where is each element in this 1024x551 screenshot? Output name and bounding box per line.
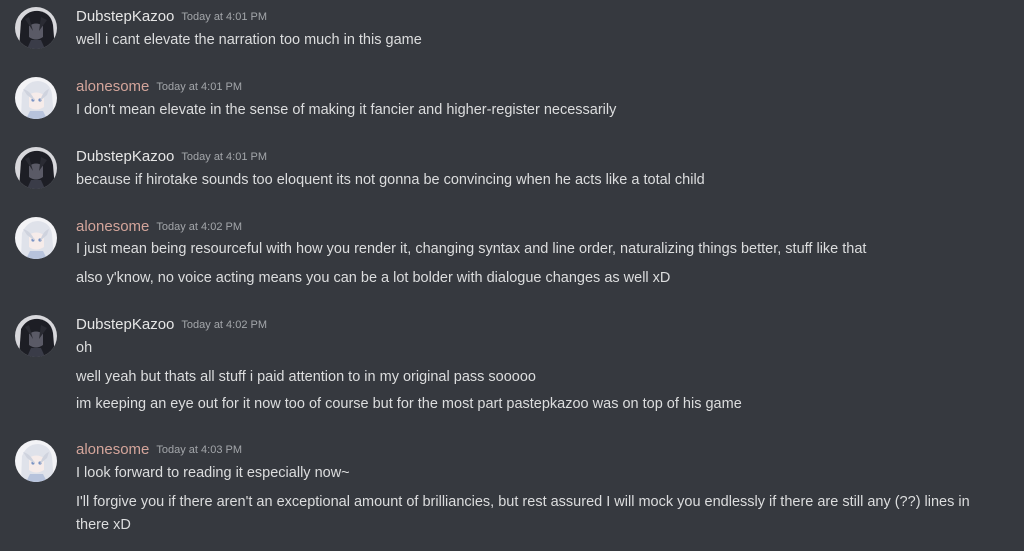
avatar-alonesome[interactable] bbox=[15, 217, 57, 259]
dark-anime-avatar-icon bbox=[15, 7, 57, 49]
message-text: also y'know, no voice acting means you c… bbox=[76, 270, 671, 286]
message-text: because if hirotake sounds too eloquent … bbox=[76, 172, 705, 188]
message-header: alonesome Today at 4:02 PM bbox=[76, 217, 242, 237]
username[interactable]: alonesome bbox=[76, 218, 149, 235]
timestamp[interactable]: Today at 4:03 PM bbox=[156, 444, 242, 456]
message-header: DubstepKazoo Today at 4:01 PM bbox=[76, 7, 267, 27]
message-header: alonesome Today at 4:03 PM bbox=[76, 440, 242, 460]
timestamp[interactable]: Today at 4:02 PM bbox=[181, 319, 267, 331]
white-hair-anime-avatar-icon bbox=[15, 440, 57, 482]
message-text: I'll forgive you if there aren't an exce… bbox=[76, 494, 970, 533]
avatar-alonesome[interactable] bbox=[15, 440, 57, 482]
message-text: oh bbox=[76, 340, 93, 356]
message-text: well yeah but thats all stuff i paid att… bbox=[76, 369, 536, 385]
username[interactable]: DubstepKazoo bbox=[76, 8, 174, 25]
message-header: DubstepKazoo Today at 4:02 PM bbox=[76, 315, 267, 335]
message-text: im keeping an eye out for it now too of … bbox=[76, 396, 742, 412]
avatar-dubstepkazoo[interactable] bbox=[15, 147, 57, 189]
message-text: I don't mean elevate in the sense of mak… bbox=[76, 102, 617, 118]
timestamp[interactable]: Today at 4:01 PM bbox=[156, 81, 242, 93]
message-header: DubstepKazoo Today at 4:01 PM bbox=[76, 147, 267, 167]
white-hair-anime-avatar-icon bbox=[15, 217, 57, 259]
message-text: I look forward to reading it especially … bbox=[76, 465, 350, 481]
timestamp[interactable]: Today at 4:01 PM bbox=[181, 151, 267, 163]
white-hair-anime-avatar-icon bbox=[15, 77, 57, 119]
avatar-dubstepkazoo[interactable] bbox=[15, 7, 57, 49]
message-text: I just mean being resourceful with how y… bbox=[76, 241, 867, 257]
timestamp[interactable]: Today at 4:02 PM bbox=[156, 221, 242, 233]
timestamp[interactable]: Today at 4:01 PM bbox=[181, 11, 267, 23]
username[interactable]: DubstepKazoo bbox=[76, 316, 174, 333]
dark-anime-avatar-icon bbox=[15, 147, 57, 189]
username[interactable]: alonesome bbox=[76, 78, 149, 95]
avatar-dubstepkazoo[interactable] bbox=[15, 315, 57, 357]
username[interactable]: DubstepKazoo bbox=[76, 148, 174, 165]
username[interactable]: alonesome bbox=[76, 441, 149, 458]
dark-anime-avatar-icon bbox=[15, 315, 57, 357]
avatar-alonesome[interactable] bbox=[15, 77, 57, 119]
message-text: well i cant elevate the narration too mu… bbox=[76, 32, 422, 48]
message-header: alonesome Today at 4:01 PM bbox=[76, 77, 242, 97]
chat-message-list: DubstepKazoo Today at 4:01 PM well i cant… bbox=[0, 0, 1024, 551]
